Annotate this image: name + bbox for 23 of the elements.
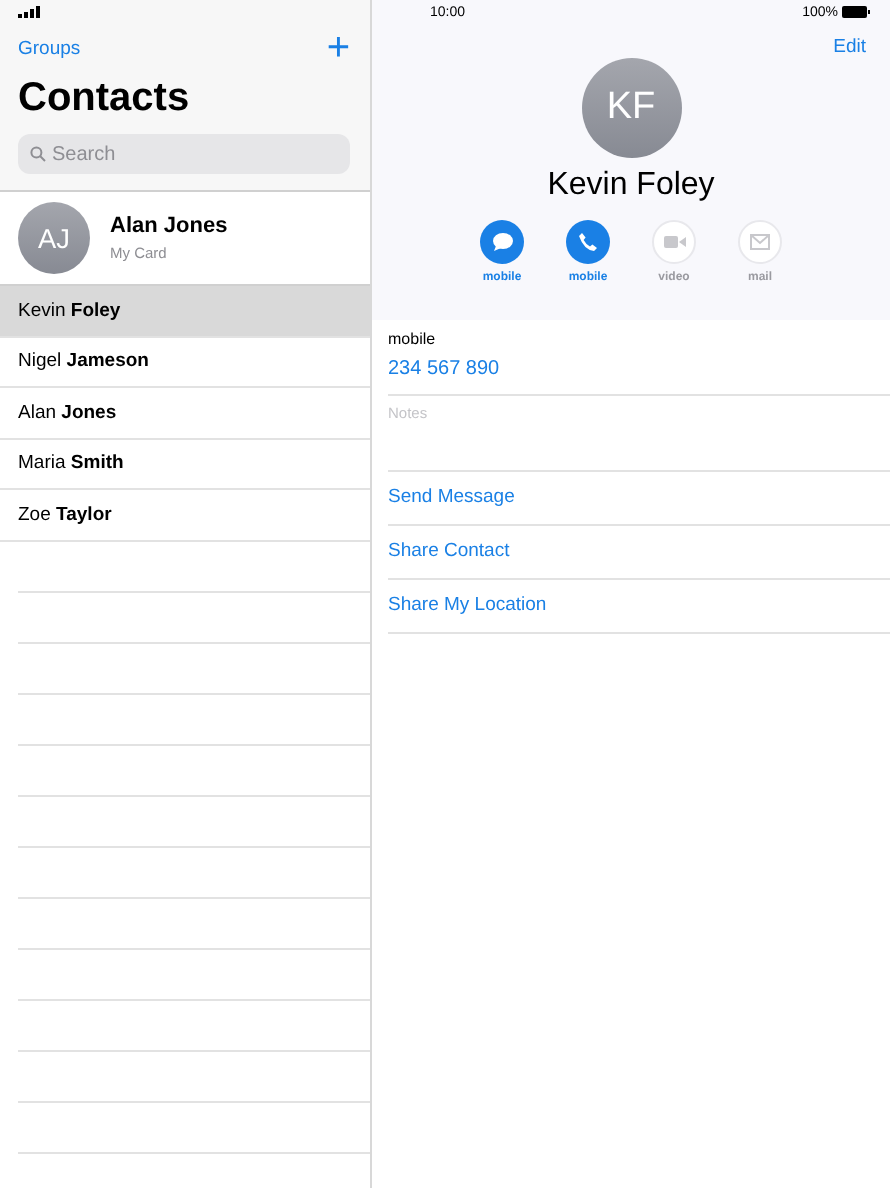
avatar: KF [581, 58, 681, 158]
envelope-icon [750, 234, 770, 250]
action-link[interactable]: Share Contact [388, 540, 510, 562]
add-button[interactable]: + [326, 32, 350, 64]
groups-link[interactable]: Groups [18, 37, 81, 59]
video-camera-icon [663, 234, 685, 250]
phone-label: mobile [388, 328, 438, 348]
contact-name: Kevin Foley [547, 168, 715, 204]
card-name: Alan Jones [110, 214, 228, 238]
phone-number-link[interactable]: 234 567 890 [388, 358, 500, 380]
contact-row[interactable]: Nigel Jameson [0, 337, 370, 388]
message-icon [491, 232, 513, 252]
search-field[interactable]: Search [18, 134, 350, 174]
avatar: AJ [18, 202, 90, 274]
battery-icon [842, 6, 870, 18]
signal-icon [18, 6, 40, 18]
phone-icon [578, 232, 598, 252]
contact-row[interactable]: Kevin Foley [0, 286, 370, 337]
contact-row[interactable]: Maria Smith [0, 439, 370, 490]
action-link[interactable]: Send Message [388, 486, 515, 508]
page-title: Contacts [18, 76, 192, 122]
edit-button[interactable]: Edit [833, 36, 866, 58]
action-link[interactable]: Share My Location [388, 594, 547, 616]
